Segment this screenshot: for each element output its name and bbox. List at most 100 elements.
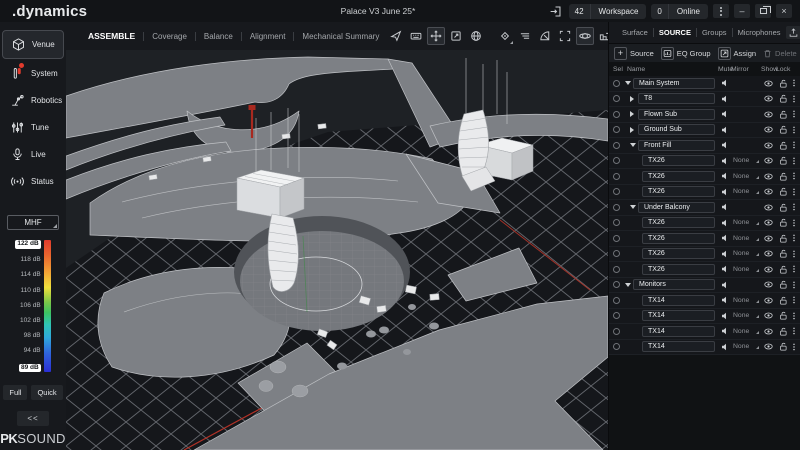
mute-button[interactable]	[718, 281, 731, 289]
mode-tab[interactable]: Alignment	[241, 32, 294, 41]
show-toggle[interactable]	[761, 218, 776, 227]
import-button[interactable]	[786, 26, 800, 39]
mute-button[interactable]	[718, 203, 731, 211]
show-toggle[interactable]	[761, 203, 776, 212]
expand-caret[interactable]	[625, 81, 633, 85]
delete-button[interactable]: Delete	[763, 49, 797, 58]
prism-view-button[interactable]	[496, 27, 514, 45]
mute-button[interactable]	[718, 343, 731, 351]
lock-toggle[interactable]	[776, 187, 790, 196]
add-source-button[interactable]: +	[614, 47, 627, 60]
lock-toggle[interactable]	[776, 172, 790, 181]
expand-caret[interactable]	[630, 127, 638, 133]
sidebar-item-tune[interactable]: Tune	[2, 114, 64, 140]
mute-button[interactable]	[718, 126, 731, 134]
session-exit-icon[interactable]	[548, 4, 564, 19]
mirror-select[interactable]: None	[731, 297, 761, 304]
show-toggle[interactable]	[761, 311, 776, 320]
mirror-select[interactable]: None	[731, 312, 761, 319]
flow-lines-button[interactable]	[516, 27, 534, 45]
row-menu-button[interactable]	[790, 280, 798, 290]
select-radio[interactable]	[613, 312, 625, 319]
select-radio[interactable]	[613, 173, 625, 180]
show-toggle[interactable]	[761, 249, 776, 258]
lock-toggle[interactable]	[776, 311, 790, 320]
source-name-field[interactable]: TX26	[642, 171, 715, 182]
source-name-field[interactable]: TX14	[642, 310, 715, 321]
select-radio[interactable]	[613, 219, 625, 226]
mute-button[interactable]	[718, 79, 731, 87]
mirror-select[interactable]: None	[731, 157, 761, 164]
show-toggle[interactable]	[761, 265, 776, 274]
eq-group-button[interactable]	[661, 47, 674, 60]
row-menu-button[interactable]	[790, 311, 798, 321]
online-pill[interactable]: 0 Online	[651, 4, 708, 19]
sidebar-item-venue[interactable]: Venue	[2, 30, 64, 59]
overflow-menu-button[interactable]	[713, 4, 729, 18]
source-name-field[interactable]: Ground Sub	[638, 124, 715, 135]
mute-button[interactable]	[718, 265, 731, 273]
source-name-field[interactable]: Under Balcony	[638, 202, 715, 213]
mirror-select[interactable]: None	[731, 328, 761, 335]
sidebar-item-live[interactable]: Live	[2, 141, 64, 167]
select-radio[interactable]	[613, 281, 625, 288]
row-menu-button[interactable]	[790, 295, 798, 305]
source-name-field[interactable]: Monitors	[633, 279, 715, 290]
mirror-select[interactable]: None	[731, 188, 761, 195]
select-radio[interactable]	[613, 235, 625, 242]
row-menu-button[interactable]	[790, 218, 798, 228]
source-name-field[interactable]: T8	[638, 93, 715, 104]
source-name-field[interactable]: TX26	[642, 264, 715, 275]
row-menu-button[interactable]	[790, 202, 798, 212]
row-menu-button[interactable]	[790, 109, 798, 119]
source-name-field[interactable]: TX26	[642, 248, 715, 259]
pan-tool-button[interactable]	[427, 27, 445, 45]
select-radio[interactable]	[613, 328, 625, 335]
select-radio[interactable]	[613, 266, 625, 273]
fit-view-button[interactable]	[556, 27, 574, 45]
sidebar-item-robotics[interactable]: Robotics	[2, 87, 64, 113]
select-radio[interactable]	[613, 297, 625, 304]
lock-toggle[interactable]	[776, 125, 790, 134]
select-radio[interactable]	[613, 111, 625, 118]
source-name-field[interactable]: TX14	[642, 341, 715, 352]
mirror-select[interactable]: None	[731, 266, 761, 273]
lock-toggle[interactable]	[776, 327, 790, 336]
expand-caret[interactable]	[630, 205, 638, 209]
show-toggle[interactable]	[761, 327, 776, 336]
select-radio[interactable]	[613, 80, 625, 87]
export-view-button[interactable]	[447, 27, 465, 45]
show-toggle[interactable]	[761, 234, 776, 243]
lock-toggle[interactable]	[776, 218, 790, 227]
source-name-field[interactable]: TX26	[642, 186, 715, 197]
row-menu-button[interactable]	[790, 264, 798, 274]
show-toggle[interactable]	[761, 187, 776, 196]
show-toggle[interactable]	[761, 296, 776, 305]
show-toggle[interactable]	[761, 172, 776, 181]
row-menu-button[interactable]	[790, 78, 798, 88]
mute-button[interactable]	[718, 296, 731, 304]
mute-button[interactable]	[718, 250, 731, 258]
mirror-select[interactable]: None	[731, 219, 761, 226]
lock-toggle[interactable]	[776, 342, 790, 351]
lock-toggle[interactable]	[776, 94, 790, 103]
mirror-select[interactable]: None	[731, 173, 761, 180]
select-radio[interactable]	[613, 126, 625, 133]
mute-button[interactable]	[718, 95, 731, 103]
expand-caret[interactable]	[625, 283, 633, 287]
source-name-field[interactable]: TX26	[642, 233, 715, 244]
row-menu-button[interactable]	[790, 140, 798, 150]
select-radio[interactable]	[613, 204, 625, 211]
mute-button[interactable]	[718, 327, 731, 335]
protractor-button[interactable]	[536, 27, 554, 45]
row-menu-button[interactable]	[790, 326, 798, 336]
lock-toggle[interactable]	[776, 280, 790, 289]
show-toggle[interactable]	[761, 342, 776, 351]
mirror-select[interactable]: None	[731, 250, 761, 257]
show-toggle[interactable]	[761, 141, 776, 150]
show-toggle[interactable]	[761, 125, 776, 134]
globe-view-button[interactable]	[467, 27, 485, 45]
show-toggle[interactable]	[761, 156, 776, 165]
sidebar-collapse-button[interactable]: <<	[17, 411, 48, 426]
close-button[interactable]: ×	[776, 4, 792, 18]
